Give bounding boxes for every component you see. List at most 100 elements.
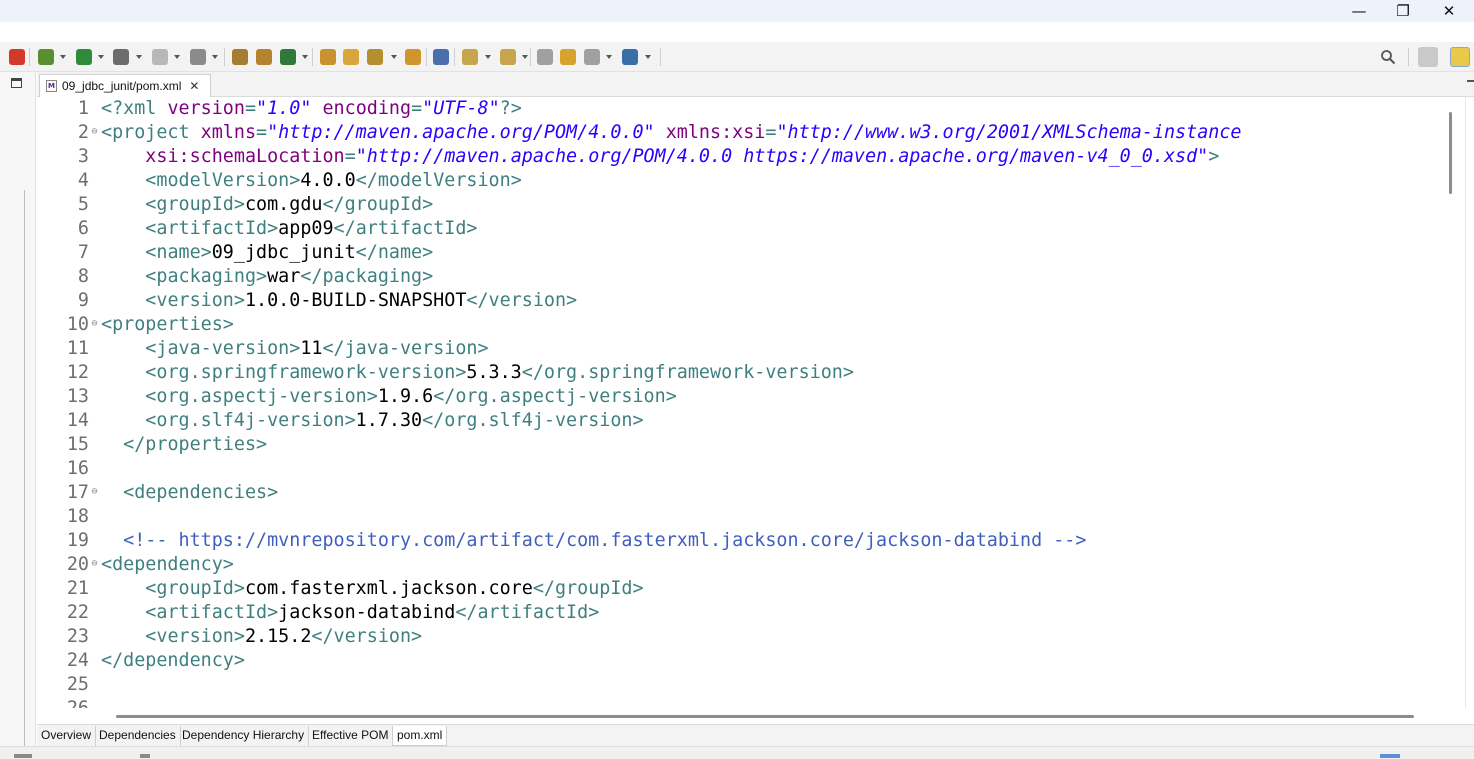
code-token-text: com.fasterxml.jackson.core: [244, 578, 533, 599]
dropdown-chevron-icon[interactable]: [60, 55, 66, 59]
code-line[interactable]: 26: [51, 697, 1444, 708]
forward-icon[interactable]: [584, 49, 600, 65]
code-line[interactable]: 13 <org.aspectj-version>1.9.6</org.aspec…: [51, 385, 1444, 409]
code-token-text: app09: [278, 218, 334, 239]
view-strip-item[interactable]: [14, 754, 32, 758]
last-edit-icon[interactable]: [537, 49, 553, 65]
code-line[interactable]: 4 <modelVersion>4.0.0</modelVersion>: [51, 169, 1444, 193]
code-text: <artifactId>app09</artifactId>: [101, 217, 477, 241]
code-line[interactable]: 1 <?xml version="1.0" encoding="UTF-8"?>: [51, 97, 1444, 121]
code-text: <dependencies>: [101, 481, 278, 505]
line-number: 4: [77, 170, 89, 191]
page-tab-effective-pom[interactable]: Effective POM: [308, 726, 394, 746]
page-tab-pom-xml[interactable]: pom.xml: [392, 726, 448, 746]
code-line[interactable]: 21 <groupId>com.fasterxml.jackson.core</…: [51, 577, 1444, 601]
back-icon[interactable]: [560, 49, 576, 65]
code-line[interactable]: 22 <artifactId>jackson-databind</artifac…: [51, 601, 1444, 625]
minimize-editor-icon[interactable]: [1467, 80, 1474, 82]
dropdown-chevron-icon[interactable]: [606, 55, 612, 59]
debug-icon[interactable]: [38, 49, 54, 65]
code-line[interactable]: 16: [51, 457, 1444, 481]
open-perspective-icon[interactable]: [1418, 47, 1438, 67]
code-line[interactable]: 25: [51, 673, 1444, 697]
new-class-icon[interactable]: [280, 49, 296, 65]
code-line[interactable]: 19 <!-- https://mvnrepository.com/artifa…: [51, 529, 1444, 553]
code-token-tag: <dependencies>: [123, 482, 279, 503]
code-token-attr: version: [167, 98, 245, 119]
run-icon[interactable]: [76, 49, 92, 65]
open-type-icon[interactable]: [320, 49, 336, 65]
close-tab-icon[interactable]: ✕: [189, 79, 199, 93]
code-line[interactable]: 23 <version>2.15.2</version>: [51, 625, 1444, 649]
next-annotation-icon[interactable]: [462, 49, 478, 65]
code-line[interactable]: 20 ⊖ <dependency>: [51, 553, 1444, 577]
editor-tab-pom[interactable]: M 09_jdbc_junit/pom.xml ✕: [39, 74, 211, 97]
restore-view-icon[interactable]: [11, 78, 22, 88]
dropdown-chevron-icon[interactable]: [302, 55, 308, 59]
view-strip-item[interactable]: [1380, 754, 1400, 758]
code-token-tag: [311, 98, 322, 119]
code-line[interactable]: 24 </dependency>: [51, 649, 1444, 673]
new-package-icon[interactable]: [256, 49, 272, 65]
dropdown-chevron-icon[interactable]: [645, 55, 651, 59]
stop-icon[interactable]: [152, 49, 168, 65]
code-text: xsi:schemaLocation="http://maven.apache.…: [101, 145, 1219, 169]
fold-toggle-icon[interactable]: ⊖: [89, 313, 100, 335]
line-number: 13: [66, 386, 89, 407]
code-line[interactable]: 6 <artifactId>app09</artifactId>: [51, 217, 1444, 241]
dropdown-chevron-icon[interactable]: [174, 55, 180, 59]
code-line[interactable]: 10 ⊖ <properties>: [51, 313, 1444, 337]
code-token-text: 1.0.0-BUILD-SNAPSHOT: [244, 290, 467, 311]
fold-toggle-icon[interactable]: ⊖: [89, 481, 100, 503]
new-maven-icon[interactable]: [232, 49, 248, 65]
page-tab-dependency-hierarchy[interactable]: Dependency Hierarchy: [178, 726, 310, 746]
search-icon[interactable]: [1380, 49, 1396, 65]
xml-source-editor[interactable]: 1 <?xml version="1.0" encoding="UTF-8"?> 2…: [37, 97, 1444, 708]
dropdown-chevron-icon[interactable]: [485, 55, 491, 59]
code-token-tag: <groupId>: [145, 194, 245, 215]
code-line[interactable]: 18: [51, 505, 1444, 529]
dropdown-chevron-icon[interactable]: [391, 55, 397, 59]
code-token-tag: <properties>: [101, 314, 234, 335]
line-number: 25: [66, 674, 89, 695]
prev-annotation-icon[interactable]: [500, 49, 516, 65]
pin-editor-icon[interactable]: [622, 49, 638, 65]
java-ee-perspective-icon[interactable]: [1450, 47, 1470, 67]
code-line[interactable]: 17 ⊖ <dependencies>: [51, 481, 1444, 505]
page-tab-overview[interactable]: Overview: [37, 726, 97, 746]
dropdown-chevron-icon[interactable]: [212, 55, 218, 59]
dropdown-chevron-icon[interactable]: [522, 55, 528, 59]
horizontal-scrollbar-thumb[interactable]: [116, 715, 1414, 718]
code-line[interactable]: 8 <packaging>war</packaging>: [51, 265, 1444, 289]
code-line[interactable]: 14 <org.slf4j-version>1.7.30</org.slf4j-…: [51, 409, 1444, 433]
fold-toggle-icon[interactable]: ⊖: [89, 553, 100, 575]
code-line[interactable]: 11 <java-version>11</java-version>: [51, 337, 1444, 361]
code-token-text: 2.15.2: [244, 626, 312, 647]
dropdown-chevron-icon[interactable]: [136, 55, 142, 59]
view-strip-item[interactable]: [140, 754, 150, 758]
code-line[interactable]: 15 </properties>: [51, 433, 1444, 457]
close-window-button[interactable]: ✕: [1426, 0, 1472, 22]
fold-toggle-icon[interactable]: ⊖: [89, 121, 100, 143]
search-tool-icon[interactable]: [367, 49, 383, 65]
line-number: 10: [66, 314, 89, 335]
coverage-icon[interactable]: [113, 49, 129, 65]
debug-config-icon[interactable]: [9, 49, 25, 65]
dropdown-chevron-icon[interactable]: [98, 55, 104, 59]
code-token-tag: <project: [101, 122, 201, 143]
open-folder-icon[interactable]: [405, 49, 421, 65]
code-line[interactable]: 7 <name>09_jdbc_junit</name>: [51, 241, 1444, 265]
code-line[interactable]: 9 <version>1.0.0-BUILD-SNAPSHOT</version…: [51, 289, 1444, 313]
disconnect-icon[interactable]: [190, 49, 206, 65]
code-line[interactable]: 3 xsi:schemaLocation="http://maven.apach…: [51, 145, 1444, 169]
code-text: <project xmlns="http://maven.apache.org/…: [101, 121, 1241, 145]
maximize-window-button[interactable]: ❐: [1380, 0, 1426, 22]
code-line[interactable]: 5 <groupId>com.gdu</groupId>: [51, 193, 1444, 217]
page-tab-dependencies[interactable]: Dependencies: [95, 726, 181, 746]
minimize-window-button[interactable]: —: [1336, 0, 1382, 22]
open-resource-icon[interactable]: [343, 49, 359, 65]
code-line[interactable]: 2 ⊖ <project xmlns="http://maven.apache.or…: [51, 121, 1444, 145]
vertical-scrollbar-thumb[interactable]: [1449, 112, 1452, 194]
globe-icon[interactable]: [433, 49, 449, 65]
code-line[interactable]: 12 <org.springframework-version>5.3.3</o…: [51, 361, 1444, 385]
